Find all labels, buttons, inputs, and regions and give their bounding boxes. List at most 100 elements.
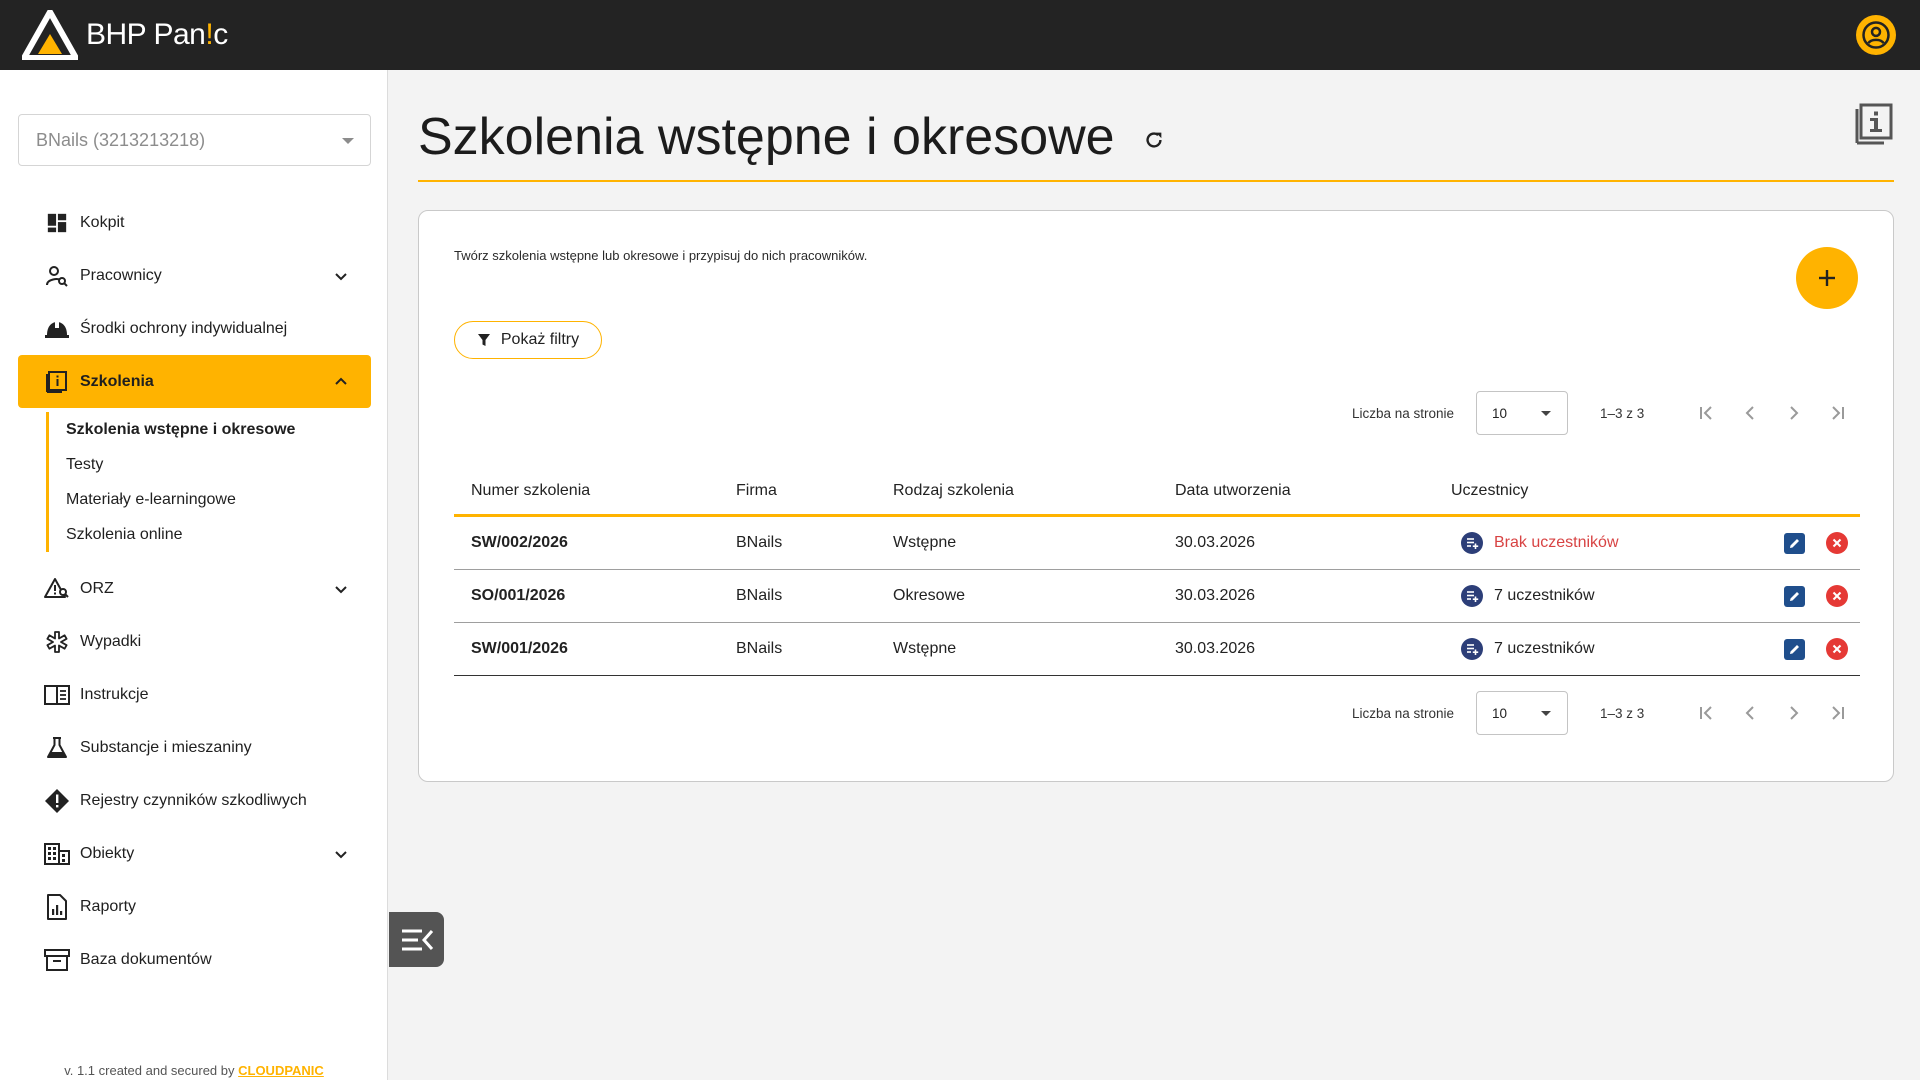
cell-company: BNails <box>736 587 783 604</box>
nav-label: Wypadki <box>80 632 142 650</box>
first-page-button[interactable] <box>1694 701 1718 725</box>
close-icon <box>1832 644 1842 654</box>
szkolenia-subnav: Szkolenia wstępne i okresowe Testy Mater… <box>46 412 371 552</box>
nav-item-substancje[interactable]: Substancje i mieszaniny <box>18 721 371 774</box>
nav-item-baza-dokumentow[interactable]: Baza dokumentów <box>18 933 371 986</box>
main-content: Szkolenia wstępne i okresowe Twórz szkol… <box>418 70 1894 782</box>
header-data[interactable]: Data utworzenia <box>1175 482 1451 500</box>
instructions-book-icon <box>44 682 70 708</box>
top-bar: BHP Pan!c <box>0 0 1920 70</box>
person-search-icon <box>44 263 70 289</box>
caret-down-icon <box>1541 410 1551 416</box>
per-page-select[interactable]: 10 <box>1476 391 1568 435</box>
edit-button[interactable] <box>1784 532 1805 554</box>
nav-item-wypadki[interactable]: Wypadki <box>18 615 371 668</box>
chevron-down-icon[interactable] <box>331 844 351 864</box>
header-rodzaj[interactable]: Rodzaj szkolenia <box>893 482 1175 500</box>
training-book-icon <box>44 369 70 395</box>
trainings-table: Numer szkolenia Firma Rodzaj szkolenia D… <box>454 467 1860 676</box>
report-icon <box>44 893 70 920</box>
refresh-button[interactable] <box>1141 127 1167 153</box>
add-participants-icon[interactable] <box>1461 585 1483 607</box>
brand-name: BHP Pan!c <box>86 18 228 51</box>
edit-button[interactable] <box>1784 638 1805 660</box>
edit-button[interactable] <box>1784 585 1805 607</box>
caret-down-icon <box>1541 710 1551 716</box>
nav-item-kokpit[interactable]: Kokpit <box>18 196 371 249</box>
nav-label: Szkolenia <box>80 372 154 390</box>
chevron-down-icon[interactable] <box>331 266 351 286</box>
cloudpanic-link[interactable]: CLOUDPANIC <box>238 1063 324 1078</box>
chevron-up-icon[interactable] <box>331 372 351 392</box>
cell-number: SW/002/2026 <box>471 534 568 551</box>
pencil-icon <box>1790 591 1799 601</box>
nav-label: Pracownicy <box>80 266 162 284</box>
last-page-button[interactable] <box>1826 401 1850 425</box>
next-page-button[interactable] <box>1782 701 1806 725</box>
pencil-icon <box>1790 644 1799 654</box>
account-button[interactable] <box>1856 15 1896 55</box>
page-title: Szkolenia wstępne i okresowe <box>418 108 1115 166</box>
nav-label: Rejestry czynników szkodliwych <box>80 791 307 809</box>
chevron-down-icon[interactable] <box>331 579 351 599</box>
cell-type: Wstępne <box>893 534 957 551</box>
next-page-button[interactable] <box>1782 401 1806 425</box>
header-numer[interactable]: Numer szkolenia <box>454 482 736 500</box>
row-actions <box>1781 585 1860 607</box>
nav-item-orz[interactable]: ORZ <box>18 562 371 615</box>
company-select[interactable]: BNails (3213213218) <box>18 114 371 166</box>
first-page-button[interactable] <box>1694 401 1718 425</box>
refresh-icon <box>1145 132 1162 148</box>
dashboard-icon <box>44 210 70 236</box>
add-participants-icon[interactable] <box>1461 638 1483 660</box>
nav-label: Instrukcje <box>80 685 149 703</box>
per-page-select[interactable]: 10 <box>1476 691 1568 735</box>
nav-item-pracownicy[interactable]: Pracownicy <box>18 249 371 302</box>
close-icon <box>1832 591 1842 601</box>
page-range: 1–3 z 3 <box>1600 705 1645 721</box>
nav-item-srodki-ochrony[interactable]: Środki ochrony indywidualnej <box>18 302 371 355</box>
add-training-button[interactable] <box>1796 247 1858 309</box>
prev-page-button[interactable] <box>1738 701 1762 725</box>
last-page-button[interactable] <box>1826 701 1850 725</box>
subnav-item-szkolenia-wstepne[interactable]: Szkolenia wstępne i okresowe <box>66 412 371 447</box>
paginator-top: Liczba na stronie 10 1–3 z 3 <box>419 391 1895 435</box>
nav-label: Raporty <box>80 897 137 915</box>
table-row[interactable]: SW/001/2026 BNails Wstępne 30.03.2026 7 … <box>454 623 1860 676</box>
cell-date: 30.03.2026 <box>1175 534 1256 551</box>
nav-item-raporty[interactable]: Raporty <box>18 880 371 933</box>
cell-company: BNails <box>736 534 783 551</box>
delete-button[interactable] <box>1826 585 1848 607</box>
cell-participants: 7 uczestników <box>1451 585 1781 607</box>
subnav-item-materialy[interactable]: Materiały e-learningowe <box>66 482 371 517</box>
nav-item-rejestry[interactable]: Rejestry czynników szkodliwych <box>18 774 371 827</box>
add-participants-icon[interactable] <box>1461 532 1483 554</box>
subnav-item-testy[interactable]: Testy <box>66 447 371 482</box>
cell-number: SW/001/2026 <box>471 640 568 657</box>
nav-item-szkolenia[interactable]: Szkolenia <box>18 355 371 408</box>
risk-warning-icon <box>44 576 70 602</box>
header-firma[interactable]: Firma <box>736 482 893 500</box>
table-row[interactable]: SO/001/2026 BNails Okresowe 30.03.2026 7… <box>454 570 1860 623</box>
warning-diamond-icon <box>44 788 70 814</box>
nav-item-instrukcje[interactable]: Instrukcje <box>18 668 371 721</box>
page-range: 1–3 z 3 <box>1600 405 1645 421</box>
delete-button[interactable] <box>1826 532 1848 554</box>
collapse-sidebar-button[interactable] <box>389 912 444 967</box>
cell-participants: Brak uczestników <box>1451 532 1781 554</box>
prev-page-button[interactable] <box>1738 401 1762 425</box>
brand[interactable]: BHP Pan!c <box>22 10 228 60</box>
filter-icon <box>477 334 490 346</box>
show-filters-button[interactable]: Pokaż filtry <box>454 321 602 359</box>
subnav-item-szkolenia-online[interactable]: Szkolenia online <box>66 517 371 552</box>
delete-button[interactable] <box>1826 638 1848 660</box>
flask-icon <box>44 735 70 761</box>
help-manual-button[interactable] <box>1854 102 1894 146</box>
table-row[interactable]: SW/002/2026 BNails Wstępne 30.03.2026 Br… <box>454 517 1860 570</box>
per-page-label: Liczba na stronie <box>1352 405 1455 421</box>
last-page-icon <box>1832 706 1844 720</box>
nav-label: Baza dokumentów <box>80 950 212 968</box>
chevron-right-icon <box>1790 406 1799 420</box>
nav-label: Obiekty <box>80 844 135 862</box>
nav-item-obiekty[interactable]: Obiekty <box>18 827 371 880</box>
